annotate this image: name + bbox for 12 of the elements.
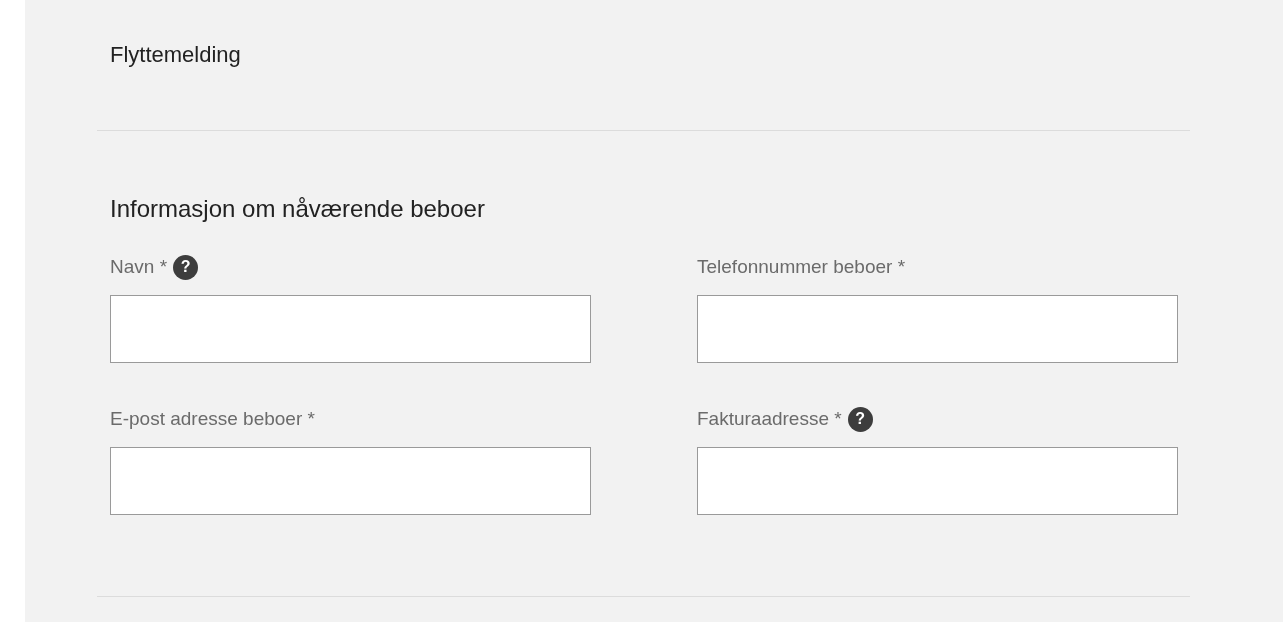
input-field[interactable] [110,295,591,363]
help-icon[interactable]: ? [173,254,199,280]
field-label: Telefonnummer beboer * [697,254,906,279]
page-title: Flyttemelding [110,42,241,67]
field-label: E-post adresse beboer * [110,406,315,431]
input-field[interactable] [697,295,1178,363]
help-icon[interactable]: ? [847,406,873,432]
field-label: Fakturaadresse * [697,406,842,431]
section-heading: Informasjon om nåværende beboer [110,195,485,222]
field-label: Navn * [110,254,168,279]
input-field[interactable] [110,447,591,515]
input-field[interactable] [697,447,1178,515]
